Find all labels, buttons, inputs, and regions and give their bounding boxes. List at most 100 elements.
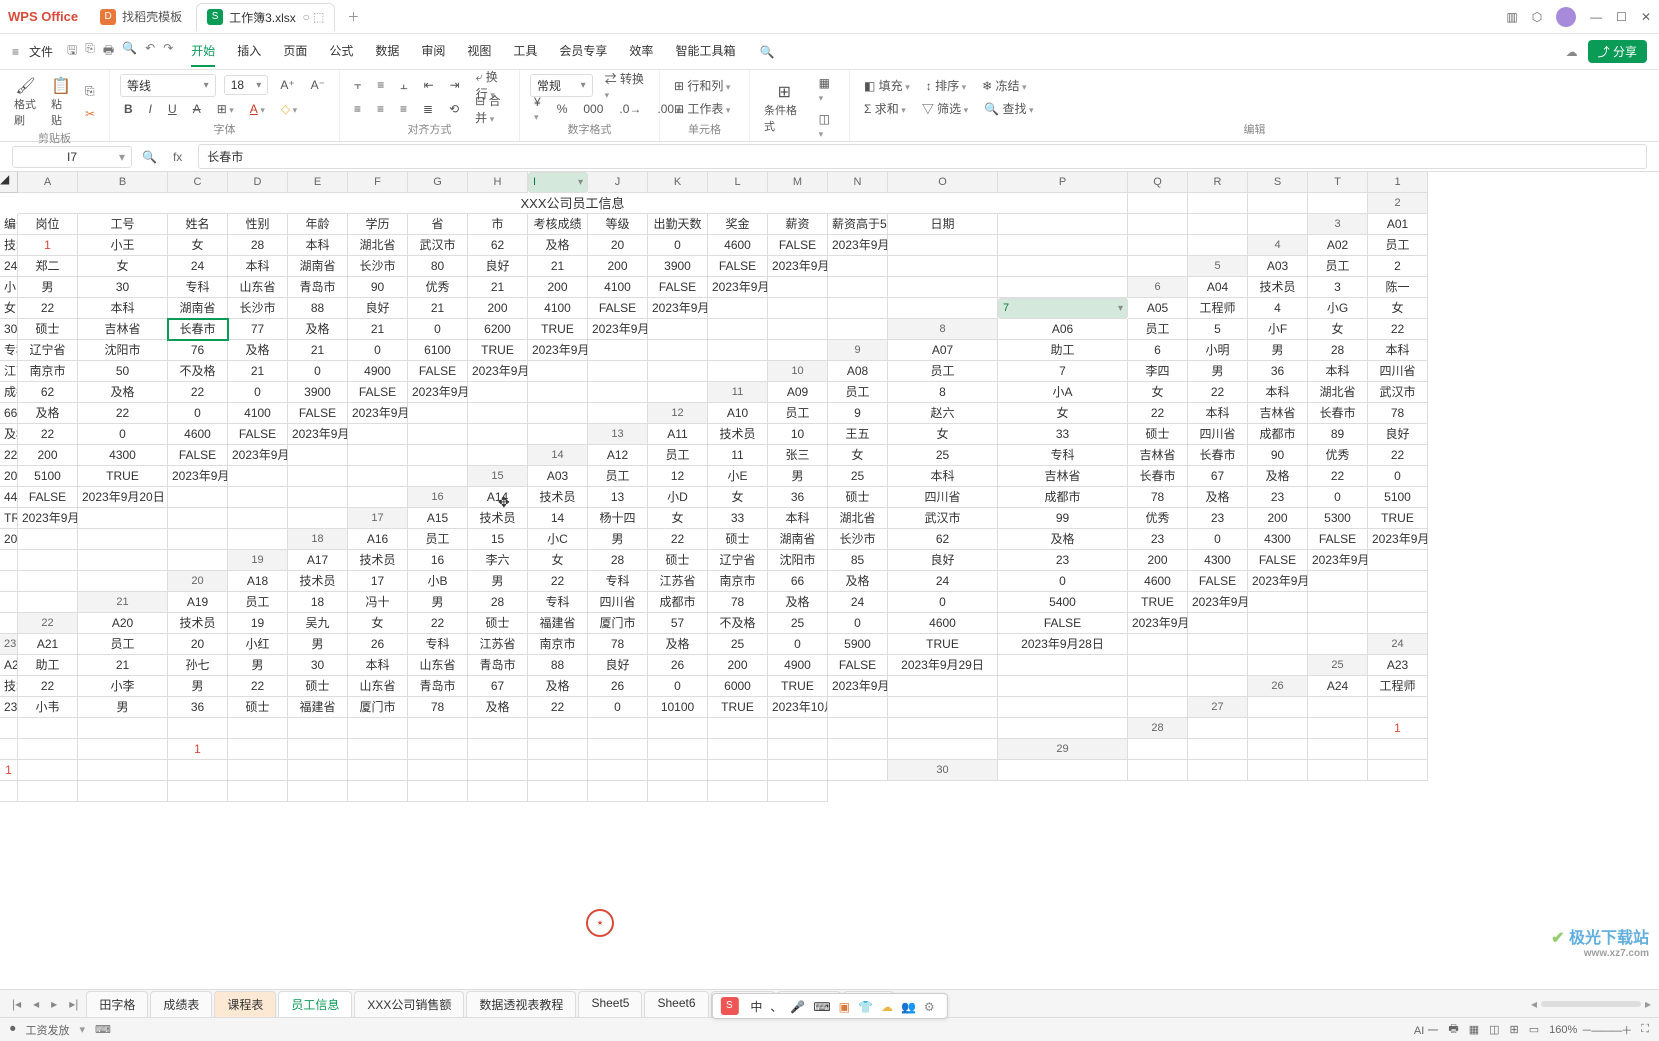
data-cell[interactable]: 冯十 [348,592,408,613]
empty-cell[interactable] [78,760,168,781]
data-cell[interactable]: 2023年9月10日 [708,277,768,298]
empty-cell[interactable] [18,592,78,613]
data-cell[interactable]: TRUE [708,697,768,718]
data-cell[interactable]: 武汉市 [1368,382,1428,403]
empty-cell[interactable] [1128,214,1188,235]
empty-cell[interactable] [0,613,18,634]
data-cell[interactable]: 28 [468,592,528,613]
data-cell[interactable]: 4 [1248,298,1308,319]
data-cell[interactable]: FALSE [1308,529,1368,550]
row-header-26[interactable]: 26 [1248,676,1308,697]
row-header-19[interactable]: 19 [228,550,288,571]
maximize-icon[interactable]: ☐ [1616,10,1627,24]
data-cell[interactable]: 硕士 [18,319,78,340]
empty-cell[interactable] [0,739,18,760]
data-cell[interactable]: 4300 [1188,550,1248,571]
align-left-icon[interactable]: ≡ [350,100,365,118]
empty-cell[interactable] [1308,193,1368,214]
print-status-icon[interactable]: 🖶 [1448,1020,1458,1039]
data-cell[interactable]: 本科 [888,466,998,487]
data-cell[interactable]: 28 [1308,340,1368,361]
data-cell[interactable]: A16 [348,529,408,550]
data-cell[interactable]: 200 [18,445,78,466]
data-cell[interactable]: 技术员 [528,487,588,508]
data-cell[interactable]: 优秀 [408,277,468,298]
data-cell[interactable]: 5900 [828,634,888,655]
data-cell[interactable]: 硕士 [228,697,288,718]
data-cell[interactable]: 吉林省 [1248,403,1308,424]
empty-cell[interactable] [998,256,1128,277]
font-name-select[interactable]: 等线 [120,74,216,97]
close-icon[interactable]: ✕ [1641,10,1651,24]
menu-tab-审阅[interactable]: 审阅 [421,36,445,67]
data-cell[interactable]: 50 [78,361,168,382]
data-cell[interactable]: 16 [408,550,468,571]
data-cell[interactable]: 良好 [588,655,648,676]
data-cell[interactable]: 5100 [18,466,78,487]
empty-cell[interactable] [1188,634,1248,655]
data-cell[interactable]: 男 [168,676,228,697]
empty-cell[interactable] [768,739,828,760]
data-cell[interactable]: 长春市 [1128,466,1188,487]
data-cell[interactable]: 沈阳市 [78,340,168,361]
empty-cell[interactable] [1128,655,1188,676]
data-cell[interactable]: 小D [648,487,708,508]
data-cell[interactable]: 技术员 [288,571,348,592]
data-cell[interactable]: 0 [228,382,288,403]
find-button[interactable]: 🔍 查找 [980,98,1037,119]
data-cell[interactable]: 24 [0,256,18,277]
row-header-2[interactable]: 2 [1368,193,1428,214]
data-cell[interactable]: 23 [0,697,18,718]
data-cell[interactable]: 3900 [288,382,348,403]
data-cell[interactable]: A17 [288,550,348,571]
data-cell[interactable]: 7 [998,361,1128,382]
empty-cell[interactable] [528,382,588,403]
empty-cell[interactable] [288,445,348,466]
empty-cell[interactable] [998,760,1128,781]
data-cell[interactable]: 本科 [228,256,288,277]
empty-cell[interactable] [828,739,888,760]
header-cell[interactable]: 奖金 [708,214,768,235]
data-cell[interactable]: 技术员 [708,424,768,445]
empty-cell[interactable] [888,235,998,256]
empty-cell[interactable] [168,487,228,508]
data-cell[interactable]: TRUE [528,319,588,340]
empty-cell[interactable] [408,781,468,802]
data-cell[interactable]: A08 [828,361,888,382]
data-cell[interactable]: 长沙市 [348,256,408,277]
sheet-scrollbar[interactable] [1541,1001,1641,1007]
select-all-corner[interactable]: ◢ [0,172,18,193]
fill-color-icon[interactable]: ◇ [277,100,301,118]
data-cell[interactable]: 2023年9月13日 [528,340,588,361]
empty-cell[interactable] [888,277,998,298]
data-cell[interactable]: 本科 [78,298,168,319]
empty-cell[interactable] [708,319,768,340]
menu-tab-会员专享[interactable]: 会员专享 [559,36,607,67]
data-cell[interactable]: 25 [828,466,888,487]
empty-cell[interactable] [1308,592,1368,613]
data-cell[interactable]: 9 [828,403,888,424]
empty-cell[interactable] [408,403,468,424]
data-cell[interactable]: 员工 [768,403,828,424]
data-cell[interactable]: 小F [1248,319,1308,340]
data-cell[interactable]: 30 [78,277,168,298]
menu-tab-工具[interactable]: 工具 [513,36,537,67]
empty-cell[interactable] [888,718,998,739]
data-cell[interactable]: 及格 [0,424,18,445]
worksheet-button[interactable]: ⊞ 工作表 [670,98,734,119]
underline-icon[interactable]: U [164,100,181,118]
data-cell[interactable]: 硕士 [1128,424,1188,445]
empty-cell[interactable] [78,550,168,571]
data-cell[interactable]: 助工 [998,340,1128,361]
menu-tab-效率[interactable]: 效率 [629,36,653,67]
data-cell[interactable]: 女 [888,424,998,445]
data-cell[interactable]: 78 [708,592,768,613]
empty-cell[interactable] [168,781,228,802]
empty-cell[interactable] [78,571,168,592]
data-cell[interactable]: 及格 [228,340,288,361]
empty-cell[interactable] [468,718,528,739]
empty-cell[interactable] [348,487,408,508]
data-cell[interactable]: 3 [1308,277,1368,298]
new-tab-button[interactable]: ＋ [347,8,359,25]
data-cell[interactable]: 22 [1308,466,1368,487]
